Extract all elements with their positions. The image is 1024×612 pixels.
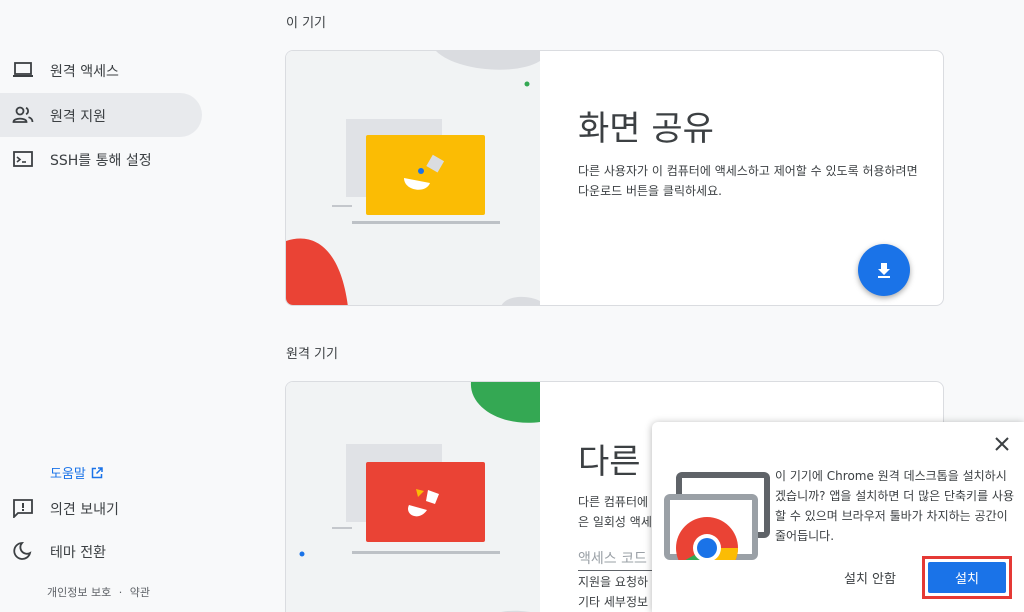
sidebar: 원격 액세스 원격 지원 SSH를 통해 설정 도움말 의견 보내기 테마 전환… (0, 0, 215, 612)
share-screen-title: 화면 공유 (578, 109, 714, 149)
sidebar-item-remote-access[interactable]: 원격 액세스 (0, 48, 202, 92)
install-button-highlight: 설치 (922, 556, 1012, 599)
moon-icon (13, 542, 32, 560)
sidebar-item-label: 의견 보내기 (50, 502, 119, 518)
install-message: 이 기기에 Chrome 원격 데스크톱을 설치하시겠습니까? 앱을 설치하면 … (775, 469, 1015, 543)
share-screen-description: 다른 사용자가 이 컴퓨터에 액세스하고 제어할 수 있도록 허용하려면 다운로… (578, 164, 918, 198)
sidebar-item-label: 원격 액세스 (50, 64, 119, 80)
cancel-install-button[interactable]: 설치 안함 (829, 560, 911, 594)
sidebar-item-ssh-setup[interactable]: SSH를 통해 설정 (0, 137, 202, 181)
laptop-icon (13, 62, 33, 77)
download-icon (878, 263, 890, 278)
help-link[interactable]: 도움말 (50, 463, 103, 482)
install-button[interactable]: 설치 (928, 562, 1006, 593)
install-app-dialog: 이 기기에 Chrome 원격 데스크톱을 설치하시겠습니까? 앱을 설치하면 … (652, 422, 1024, 612)
terminal-icon (13, 151, 33, 167)
footer-links: 개인정보 보호 · 약관 (47, 584, 150, 600)
sidebar-item-label: 테마 전환 (50, 545, 106, 561)
sidebar-item-label: SSH를 통해 설정 (50, 153, 152, 169)
download-button[interactable] (858, 244, 910, 296)
help-label: 도움말 (50, 467, 86, 482)
people-icon (12, 106, 34, 123)
feedback-icon (13, 499, 33, 518)
sidebar-item-remote-support[interactable]: 원격 지원 (0, 93, 202, 137)
share-screen-card: 화면 공유 다른 사용자가 이 컴퓨터에 액세스하고 제어할 수 있도록 허용하… (285, 50, 944, 306)
sidebar-item-theme-toggle[interactable]: 테마 전환 (0, 529, 202, 573)
chrome-remote-desktop-icon (662, 472, 774, 568)
connect-title: 다른 (578, 442, 641, 482)
sidebar-item-feedback[interactable]: 의견 보내기 (0, 486, 202, 530)
section-title-this-device: 이 기기 (286, 16, 327, 31)
share-screen-illustration (286, 51, 540, 305)
sidebar-item-label: 원격 지원 (50, 109, 106, 125)
close-icon[interactable] (992, 434, 1012, 454)
privacy-link[interactable]: 개인정보 보호 (47, 586, 111, 599)
external-link-icon (91, 466, 103, 478)
terms-link[interactable]: 약관 (130, 586, 150, 599)
section-title-remote-device: 원격 기기 (286, 347, 338, 362)
connect-illustration (286, 382, 540, 612)
footer-separator: · (118, 586, 123, 599)
